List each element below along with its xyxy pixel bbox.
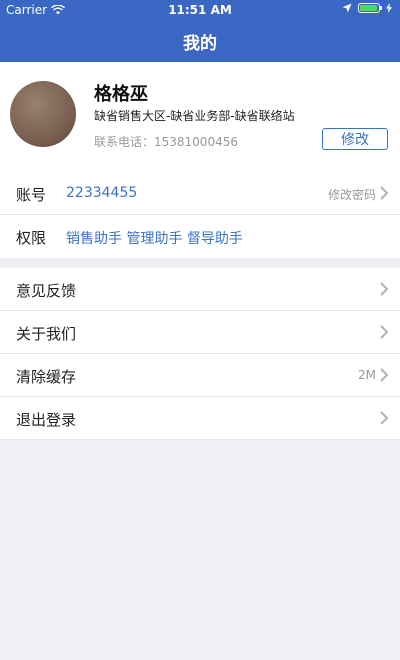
- chevron-right-icon: [380, 411, 389, 425]
- change-password-link[interactable]: 修改密码: [328, 186, 376, 203]
- menu-item-feedback[interactable]: 意见反馈: [0, 268, 400, 311]
- permissions-row: 权限 销售助手 管理助手 督导助手: [0, 215, 400, 258]
- battery-icon: [358, 3, 382, 13]
- page-title: 我的: [183, 33, 217, 54]
- logout-label: 退出登录: [16, 411, 77, 429]
- location-arrow-icon: [342, 3, 352, 13]
- profile-card: 格格巫 缺省销售大区-缺省业务部-缺省联络站 联系电话：15381000456 …: [0, 62, 400, 173]
- feedback-label: 意见反馈: [16, 282, 77, 300]
- menu-item-about[interactable]: 关于我们: [0, 311, 400, 354]
- chevron-right-icon: [380, 368, 389, 382]
- menu-item-logout[interactable]: 退出登录: [0, 397, 400, 440]
- status-bar: Carrier 11:51 AM: [0, 0, 400, 20]
- account-label: 账号: [16, 186, 47, 204]
- user-phone: 联系电话：15381000456: [94, 135, 238, 149]
- account-row[interactable]: 账号 22334455 修改密码: [0, 172, 400, 215]
- permissions-label: 权限: [16, 229, 47, 247]
- chevron-right-icon: [380, 186, 389, 200]
- edit-profile-button[interactable]: 修改: [322, 128, 388, 150]
- about-label: 关于我们: [16, 325, 77, 343]
- clear-cache-label: 清除缓存: [16, 368, 77, 386]
- chevron-right-icon: [380, 282, 389, 296]
- cache-size: 2M: [358, 368, 376, 382]
- section-divider: [0, 259, 400, 268]
- chevron-right-icon: [380, 325, 389, 339]
- menu-item-clear-cache[interactable]: 清除缓存 2M: [0, 354, 400, 397]
- permissions-value: 销售助手 管理助手 督导助手: [66, 231, 243, 247]
- charging-bolt-icon: [386, 3, 392, 13]
- nav-bar: 我的: [0, 20, 400, 62]
- user-department: 缺省销售大区-缺省业务部-缺省联络站: [94, 109, 295, 123]
- avatar[interactable]: [10, 81, 76, 147]
- clock: 11:51 AM: [168, 3, 232, 17]
- user-name: 格格巫: [94, 84, 148, 105]
- account-value: 22334455: [66, 185, 138, 201]
- status-right: [342, 3, 392, 13]
